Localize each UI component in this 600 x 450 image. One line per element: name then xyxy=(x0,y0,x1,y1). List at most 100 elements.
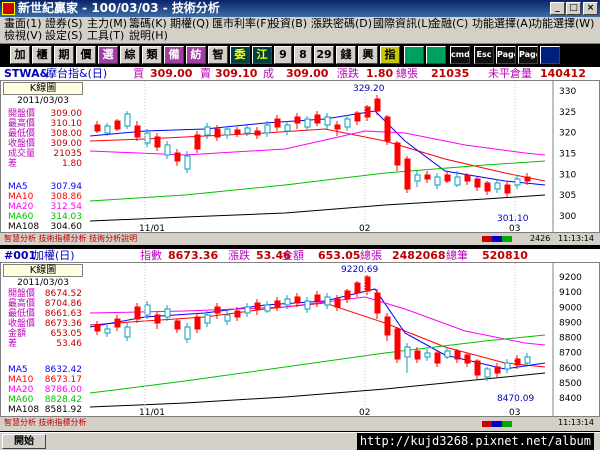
symbol: #001 xyxy=(4,249,37,262)
page-up-button[interactable]: Page Up xyxy=(496,46,516,64)
toolbar-button[interactable]: 江 xyxy=(252,46,272,64)
menu-item[interactable]: 漲跌密碼(D) xyxy=(311,18,372,30)
toolbar-button[interactable]: 8 xyxy=(294,46,312,64)
toolbar-button[interactable] xyxy=(540,46,560,64)
menu-item[interactable]: 國際資訊(L) xyxy=(373,18,432,30)
info-label: 最高價 xyxy=(8,299,36,309)
menu-item[interactable]: 功能選擇(A) xyxy=(472,18,532,30)
menu-item[interactable]: 工具(T) xyxy=(87,30,124,42)
toolbar-button[interactable]: 指 xyxy=(380,46,400,64)
kline-label: K線圖 xyxy=(3,264,83,277)
menu-item[interactable]: 金融(C) xyxy=(430,18,468,30)
menu-item[interactable]: 期權(Q) xyxy=(170,18,209,30)
menu-item[interactable]: 功能選擇(W) xyxy=(531,18,594,30)
candle-body xyxy=(184,326,191,340)
menu-item[interactable]: 說明(H) xyxy=(129,30,168,42)
toolbar-button[interactable]: 紡 xyxy=(186,46,206,64)
chart2-header: #001 加權(日) 指數 8673.36 漲跌 53.46 金額 653.05… xyxy=(0,249,600,262)
status-indicator xyxy=(482,236,512,242)
candle-body xyxy=(494,366,501,374)
toolbar-button[interactable]: 智 xyxy=(208,46,228,64)
ma-label: MA10 xyxy=(8,192,34,202)
candle-body xyxy=(364,276,371,292)
ma-label: MA10 xyxy=(8,375,34,385)
menu-item[interactable]: 匯市利率(F) xyxy=(212,18,271,30)
date-label: 2011/03/03 xyxy=(17,278,69,288)
chart-icon-button[interactable] xyxy=(404,46,424,64)
y-tick-label: 8600 xyxy=(559,364,582,374)
menu-item[interactable]: 檢視(V) xyxy=(4,30,42,42)
chart1-canvas: 330 325 320 315 310 305 300 11/01 02 03 329.20 30… xyxy=(89,81,576,232)
toolbar-button[interactable]: 加 xyxy=(10,46,30,64)
candle-body xyxy=(104,125,111,134)
menu-item[interactable]: 設定(S) xyxy=(45,30,83,42)
symbol: STWA& xyxy=(4,67,50,80)
ma-label: MA108 xyxy=(8,405,40,415)
candle-body xyxy=(514,178,521,186)
candle-body xyxy=(134,125,141,138)
candle-body xyxy=(474,178,481,188)
candle-body xyxy=(394,142,401,166)
toolbar-button[interactable]: 錢 xyxy=(336,46,356,64)
toolbar-button[interactable]: 興 xyxy=(358,46,378,64)
toolbar-button[interactable]: 委 xyxy=(230,46,250,64)
y-tick-label: 8700 xyxy=(559,349,582,359)
menu-item[interactable]: 投資(B) xyxy=(269,18,307,30)
toolbar-button[interactable]: 綜 xyxy=(120,46,140,64)
page-down-button[interactable]: Page Down xyxy=(518,46,538,64)
info-value: 8704.86 xyxy=(44,299,82,309)
toolbar-button[interactable]: 類 xyxy=(142,46,162,64)
candle-body xyxy=(394,328,401,360)
toolbar-button[interactable]: 櫃 xyxy=(32,46,52,64)
toolbar-button[interactable]: 選 xyxy=(98,46,118,64)
candle-body xyxy=(134,306,141,320)
candle-body xyxy=(504,184,511,194)
y-tick-label: 8400 xyxy=(559,394,582,404)
candle-body xyxy=(444,174,451,182)
amount-value: 653.05 xyxy=(318,249,361,262)
toolbar-button[interactable]: 9 xyxy=(274,46,292,64)
esc-button[interactable]: Esc xyxy=(474,46,494,64)
ma-value: 312.54 xyxy=(50,202,83,212)
toolbar-button[interactable]: 29 xyxy=(314,46,334,64)
candle-body xyxy=(154,136,161,148)
status-indicator xyxy=(482,421,512,427)
toolbar-button[interactable]: cmd xyxy=(450,46,470,64)
close-button[interactable]: × xyxy=(583,2,598,15)
info-value: 653.05 xyxy=(50,329,83,339)
candle-body xyxy=(124,326,131,338)
deal-value: 309.00 xyxy=(286,67,329,80)
maximize-button[interactable]: □ xyxy=(566,2,581,15)
chart-icon-button[interactable] xyxy=(426,46,446,64)
candle-body xyxy=(294,116,301,124)
candle-body xyxy=(494,182,501,190)
app-icon xyxy=(2,2,15,15)
info-value: 309.00 xyxy=(50,139,83,149)
toolbar-button[interactable]: 價 xyxy=(76,46,96,64)
candle-body xyxy=(434,352,441,364)
toolbar-button[interactable]: 期 xyxy=(54,46,74,64)
info-label: 開盤價 xyxy=(8,289,36,299)
candle-body xyxy=(344,290,351,300)
candle-body xyxy=(234,129,241,135)
y-tick-label: 9200 xyxy=(559,273,582,283)
candle-body xyxy=(454,350,461,360)
window-title: 新世紀贏家 - 100/03/03 - 技術分析 xyxy=(18,1,220,15)
info-value: 308.00 xyxy=(50,129,83,139)
status-right: 2426 xyxy=(530,234,551,243)
amount-label: 金額 xyxy=(282,249,304,262)
candle-body xyxy=(364,106,371,118)
open-interest-label: 未平倉量 xyxy=(488,67,532,80)
minimize-button[interactable]: _ xyxy=(550,2,565,15)
candle-body xyxy=(444,350,451,358)
chart2-canvas: 9200 9100 9000 8900 8800 8700 8600 8500 8400 11/0… xyxy=(89,263,582,416)
candle-body xyxy=(204,126,211,136)
chart1-status-bar: 智慧分析 技術指標分析 技術分析說明 2426 11:13:14 xyxy=(0,233,600,245)
start-button[interactable]: 開始 xyxy=(2,434,46,449)
toolbar-button[interactable]: 備 xyxy=(164,46,184,64)
menu-bar: 畫面(1) 證券(S) 主力(M) 籌碼(K) 期權(Q) 匯市利率(F) 投資… xyxy=(0,17,600,43)
ma-value: 8581.92 xyxy=(44,405,82,415)
candle-body xyxy=(324,116,331,126)
candle-body xyxy=(214,306,221,314)
candle-body xyxy=(424,174,431,180)
